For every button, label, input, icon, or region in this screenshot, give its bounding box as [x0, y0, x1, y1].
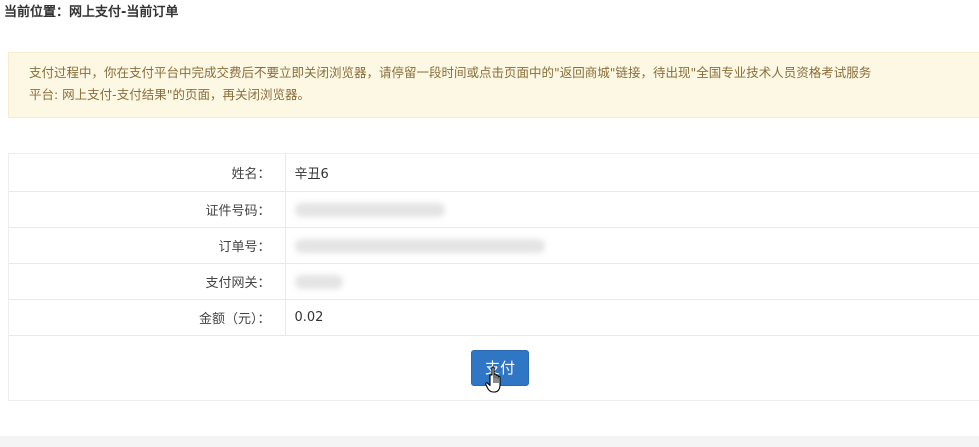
name-label: 姓名：	[9, 154, 286, 192]
payment-gateway-label: 支付网关：	[9, 263, 286, 300]
payment-page: 当前位置：网上支付-当前订单 支付过程中，你在支付平台中完成交费后不要立即关闭浏…	[0, 0, 979, 447]
notice-line-2: 平台: 网上支付-支付结果"的页面，再关闭浏览器。	[29, 87, 310, 102]
id-number-value	[285, 191, 979, 228]
name-value: 辛丑6	[294, 167, 329, 182]
amount-label: 金额（元）：	[9, 299, 286, 335]
table-row: 订单号：	[9, 227, 979, 264]
page-footer-strip	[0, 436, 979, 447]
order-number-label: 订单号：	[9, 227, 286, 264]
payment-notice: 支付过程中，你在支付平台中完成交费后不要立即关闭浏览器，请停留一段时间或点击页面…	[8, 52, 979, 118]
order-info-table: 姓名： 辛丑6 证件号码： 订单号： 支付网关： 金额（元）： 0.02	[9, 154, 979, 335]
table-row: 姓名： 辛丑6	[9, 154, 979, 192]
breadcrumb: 当前位置：网上支付-当前订单	[4, 5, 179, 20]
hand-pointer-icon	[485, 366, 501, 393]
notice-line-1: 支付过程中，你在支付平台中完成交费后不要立即关闭浏览器，请停留一段时间或点击页面…	[29, 65, 872, 80]
order-number-value	[285, 227, 979, 264]
redacted-id-number	[294, 202, 445, 217]
id-number-label: 证件号码：	[9, 191, 286, 228]
amount-value: 0.02	[285, 299, 979, 335]
payment-gateway-value	[285, 263, 979, 300]
order-info-panel: 姓名： 辛丑6 证件号码： 订单号： 支付网关： 金额（元）： 0.02 支付	[8, 153, 979, 401]
table-row: 金额（元）： 0.02	[9, 299, 979, 335]
table-row: 证件号码：	[9, 191, 979, 228]
table-row: 支付网关：	[9, 263, 979, 300]
redacted-payment-gateway	[294, 274, 343, 289]
redacted-order-number	[294, 238, 545, 253]
